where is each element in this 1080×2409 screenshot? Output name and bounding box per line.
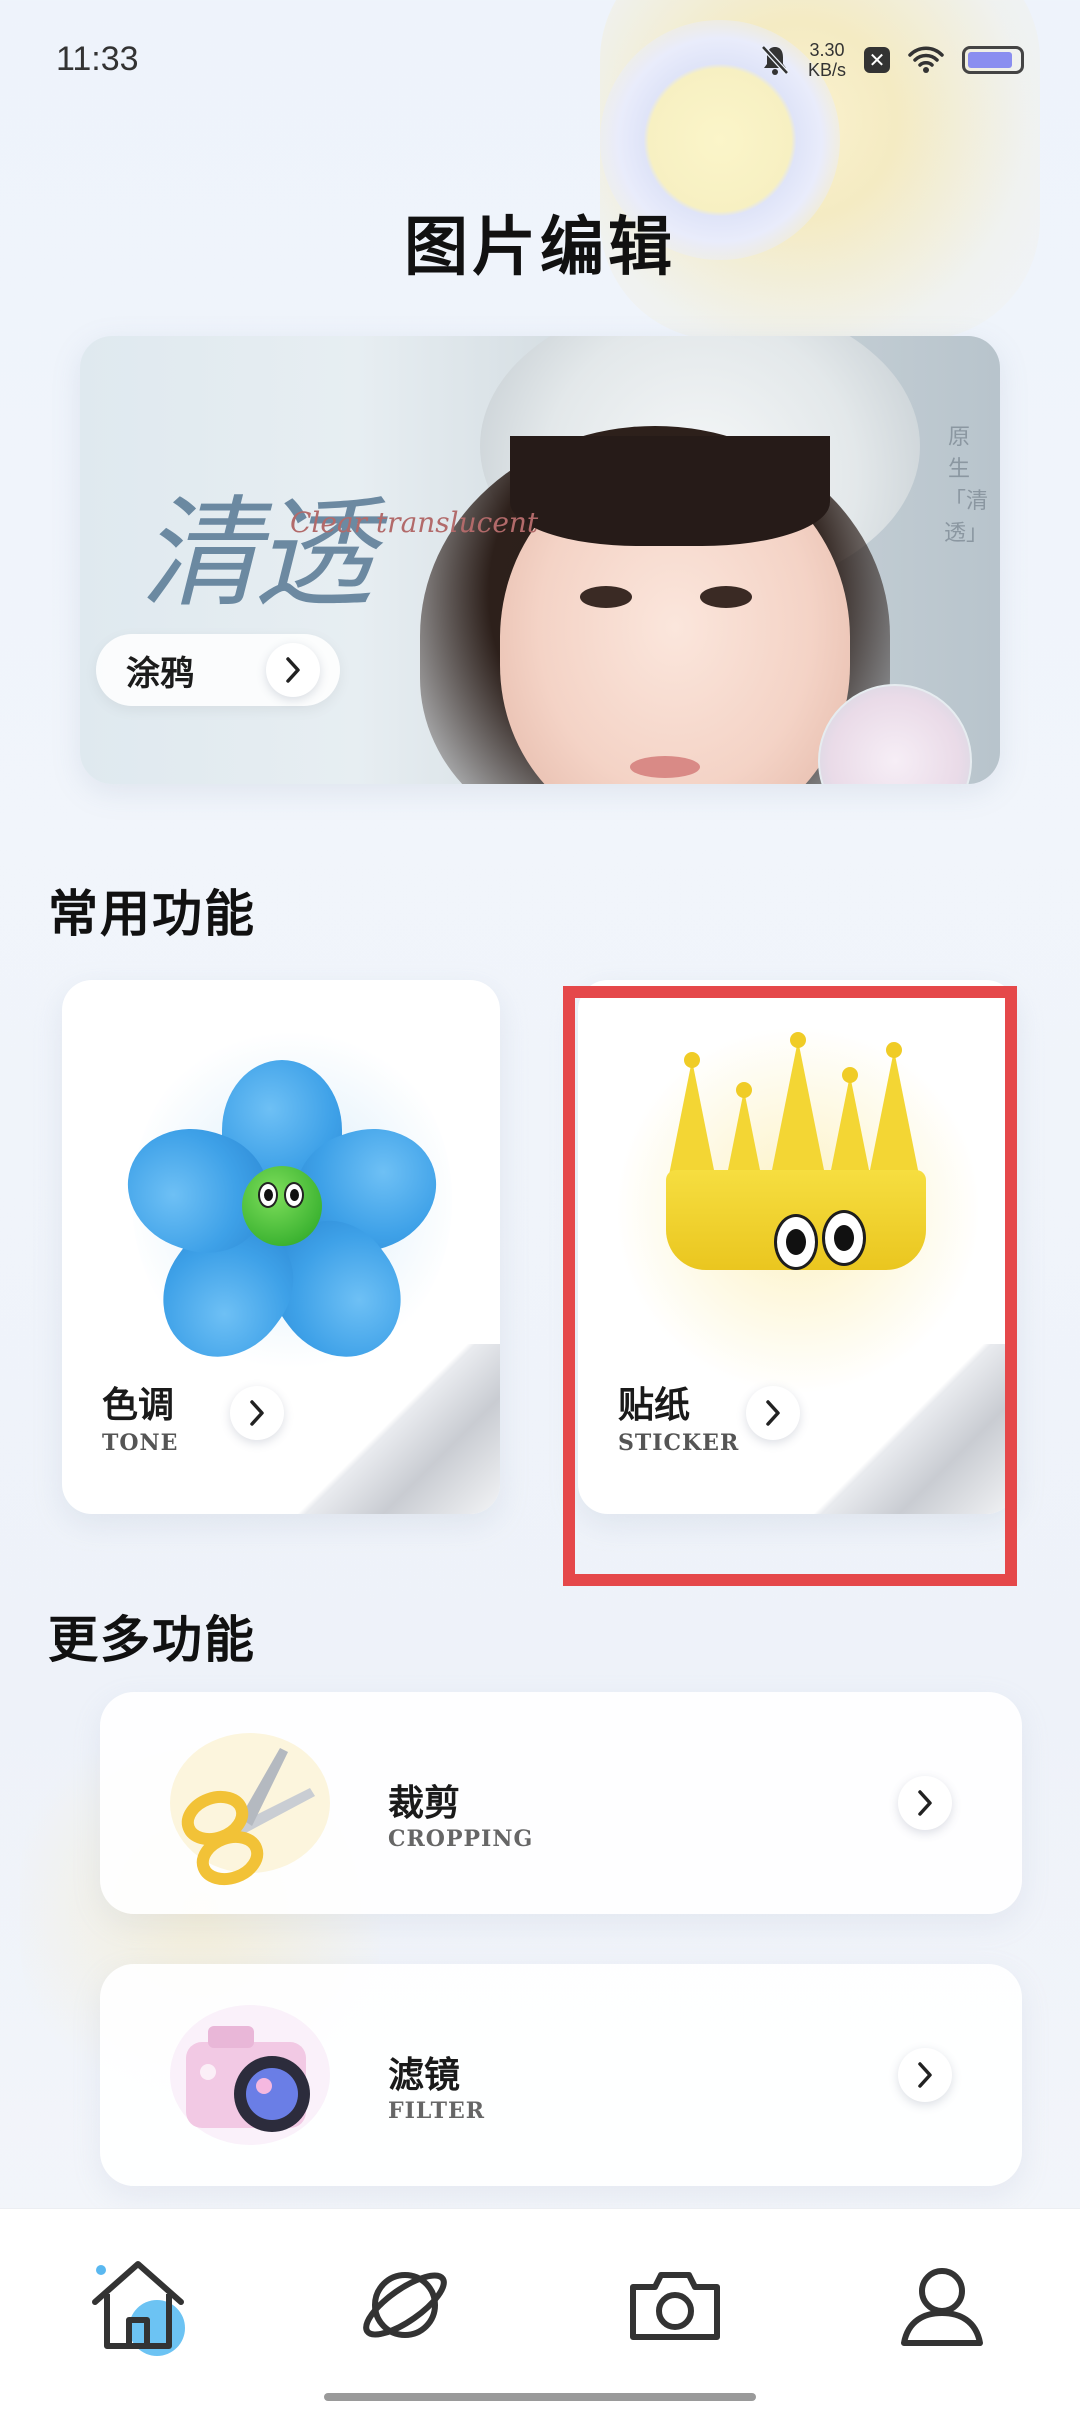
graffiti-button[interactable]: 涂鸦: [96, 634, 340, 706]
status-bar: 11:33 3.30 KB/s ✕: [0, 0, 1080, 120]
face-eye-right: [700, 586, 752, 608]
cropping-item[interactable]: 裁剪 CROPPING: [100, 1692, 1022, 1914]
graffiti-button-label: 涂鸦: [126, 653, 194, 694]
mute-bell-icon: [761, 45, 789, 75]
nav-profile[interactable]: [882, 2245, 1002, 2365]
chevron-right-icon: [266, 643, 320, 697]
network-speed-unit: KB/s: [807, 60, 846, 80]
planet-icon: [363, 2272, 447, 2338]
banner-photo-bangs: [510, 436, 830, 546]
chevron-right-icon: [230, 1386, 284, 1440]
status-time: 11:33: [56, 40, 139, 78]
tone-sublabel: TONE: [102, 1430, 179, 1456]
banner-vertical-text: 原生「清透」: [944, 425, 989, 546]
cropping-label: 裁剪: [388, 1783, 461, 1824]
chevron-right-icon: [898, 1776, 952, 1830]
filter-label: 滤镜: [388, 2055, 461, 2096]
network-speed: 3.30 KB/s: [808, 40, 846, 80]
banner-calligraphy: 清透: [140, 485, 374, 624]
flower-icon: [111, 1060, 453, 1382]
nav-discover[interactable]: [345, 2245, 465, 2365]
nav-camera[interactable]: [615, 2245, 735, 2365]
face-lips: [630, 756, 700, 778]
banner-graffiti[interactable]: 清透 Clear translucent 原生「清透」 涂鸦: [80, 336, 1000, 784]
battery-icon: [962, 46, 1024, 74]
wifi-icon: [908, 46, 944, 73]
nav-home[interactable]: [78, 2245, 198, 2365]
camera-icon: [630, 2272, 720, 2340]
tone-label: 色调: [102, 1385, 175, 1426]
more-functions-title: 更多功能: [48, 1611, 256, 1669]
face-eye-left: [580, 586, 632, 608]
network-speed-value: 3.30: [809, 40, 845, 60]
no-sim-icon: ✕: [864, 47, 890, 73]
battery-level: [968, 52, 1012, 68]
page-title: 图片编辑: [404, 211, 676, 285]
filter-sublabel: FILTER: [388, 2098, 486, 2124]
chevron-right-icon: [898, 2048, 952, 2102]
common-functions-title: 常用功能: [48, 885, 256, 943]
bottom-navigation: [0, 2208, 1080, 2409]
status-icons: 3.30 KB/s ✕: [760, 40, 1024, 80]
camera-icon: [160, 1990, 340, 2160]
cropping-sublabel: CROPPING: [388, 1826, 534, 1852]
banner-script-text: Clear translucent: [290, 506, 539, 539]
gesture-home-bar[interactable]: [324, 2393, 756, 2401]
selection-highlight: [563, 986, 1017, 1586]
profile-icon: [901, 2268, 983, 2346]
home-icon: [92, 2261, 185, 2356]
tone-card[interactable]: 色调 TONE: [62, 980, 500, 1514]
scissors-icon: [160, 1718, 340, 1888]
filter-item[interactable]: 滤镜 FILTER: [100, 1964, 1022, 2186]
